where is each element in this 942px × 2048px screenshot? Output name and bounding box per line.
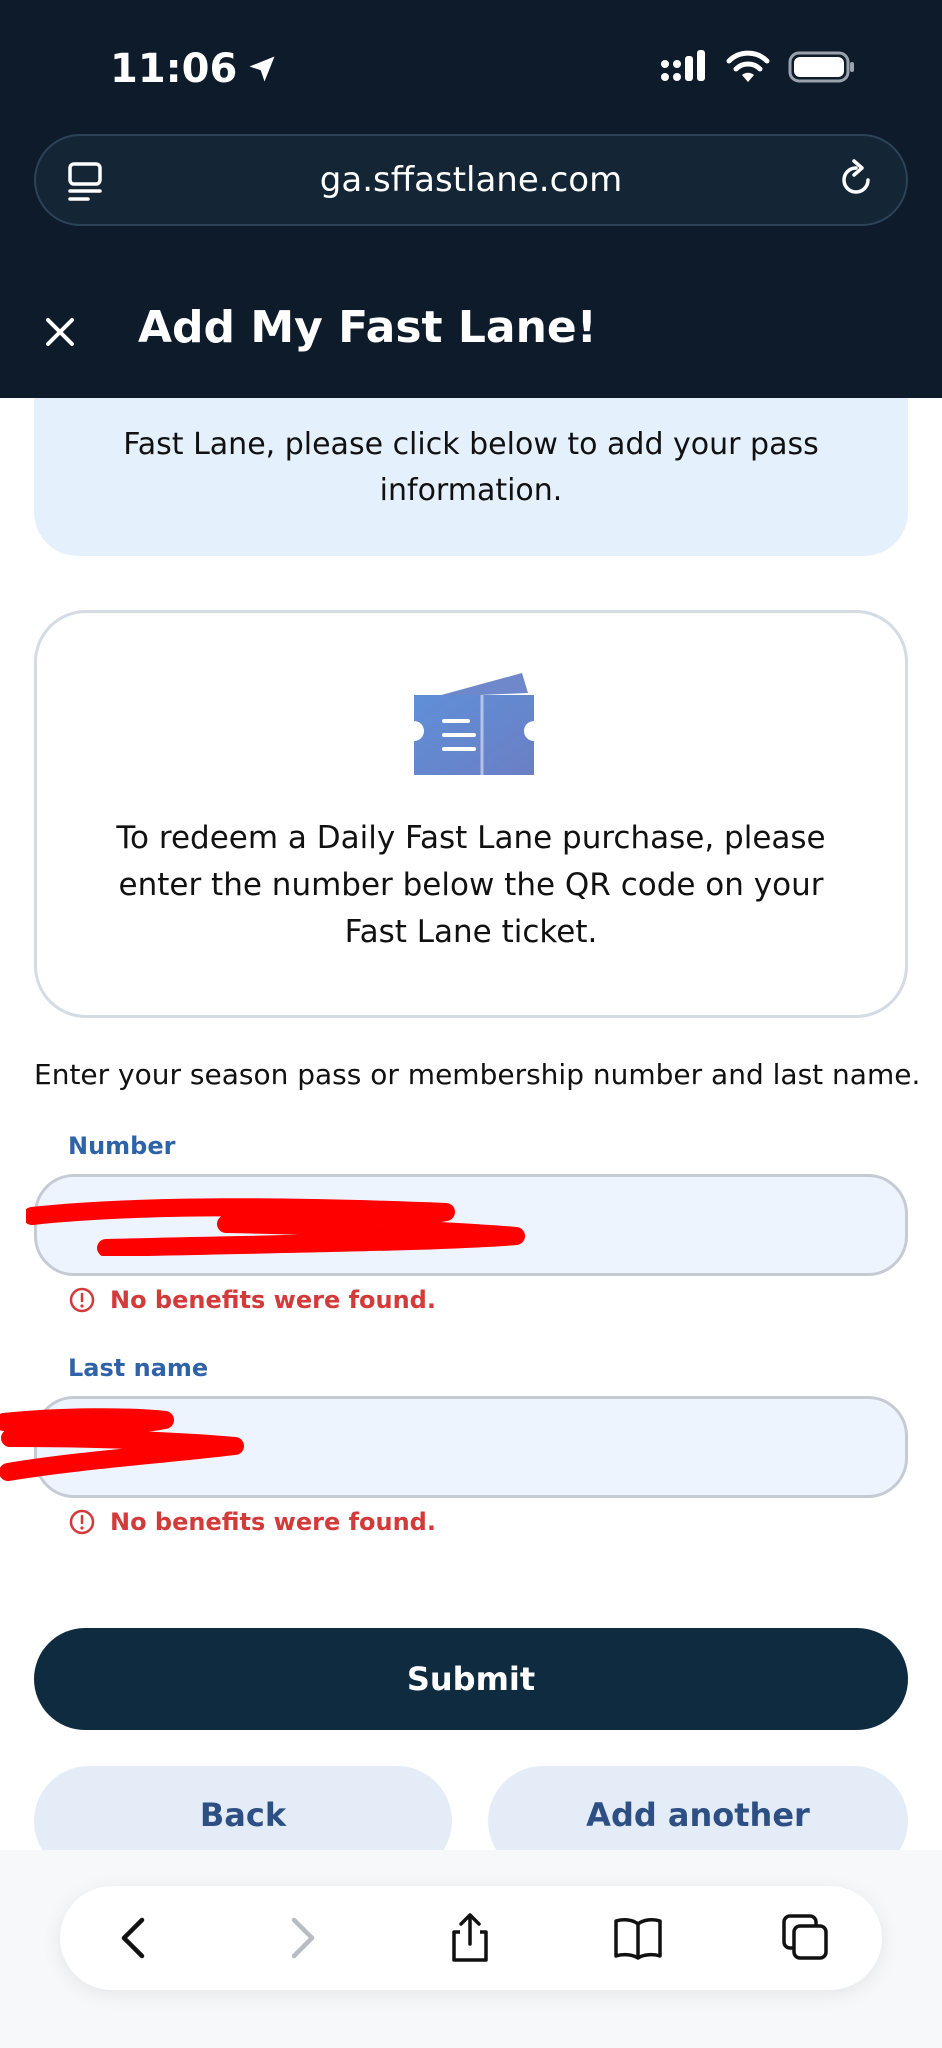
error-circle-icon [69,1509,95,1535]
status-icons [660,50,856,84]
info-box: Fast Lane, please click below to add you… [34,398,908,556]
reload-icon[interactable] [834,158,878,202]
last-name-label: Last name [68,1354,209,1382]
share-icon[interactable] [444,1912,496,1964]
number-error-text: No benefits were found. [110,1286,436,1314]
browser-toolbar [60,1886,882,1990]
status-time: 11:06 [110,46,277,92]
add-another-button[interactable]: Add another [488,1766,908,1850]
browser-chrome: 11:06 ga.sffastlane.com Add My Fast Lane… [0,0,942,398]
tabs-icon[interactable] [780,1912,832,1964]
battery-icon [788,51,854,83]
chevron-right-icon[interactable] [274,1912,326,1964]
signal-icon [661,50,705,81]
status-time-text: 11:06 [110,46,238,92]
number-error: No benefits were found. [68,1286,436,1314]
book-icon[interactable] [612,1912,664,1964]
status-bar: 11:06 [0,0,942,130]
back-button[interactable]: Back [34,1766,452,1850]
location-arrow-icon [249,56,275,82]
redaction-scribble [0,1408,244,1481]
number-label: Number [68,1132,176,1160]
last-name-error-text: No benefits were found. [110,1508,436,1536]
ticket-card-text: To redeem a Daily Fast Lane purchase, pl… [116,820,826,950]
last-name-error: No benefits were found. [68,1508,436,1536]
wifi-icon [726,50,770,82]
error-circle-icon [69,1287,95,1313]
page-title: Add My Fast Lane! [138,302,597,353]
main-content: Fast Lane, please click below to add you… [0,398,942,1850]
chevron-left-icon[interactable] [110,1912,162,1964]
close-icon[interactable] [40,312,80,352]
info-text: Fast Lane, please click below to add you… [123,427,819,508]
browser-toolbar-area [0,1850,942,2048]
submit-button[interactable]: Submit [34,1628,908,1730]
address-bar[interactable]: ga.sffastlane.com [34,134,908,226]
redaction-scribble [26,1198,525,1256]
ticket-card[interactable]: To redeem a Daily Fast Lane purchase, pl… [34,610,908,1018]
url-text[interactable]: ga.sffastlane.com [36,160,906,200]
form-instructions: Enter your season pass or membership num… [34,1058,921,1091]
app-header: Add My Fast Lane! [0,290,942,398]
ticket-icon [414,673,534,775]
